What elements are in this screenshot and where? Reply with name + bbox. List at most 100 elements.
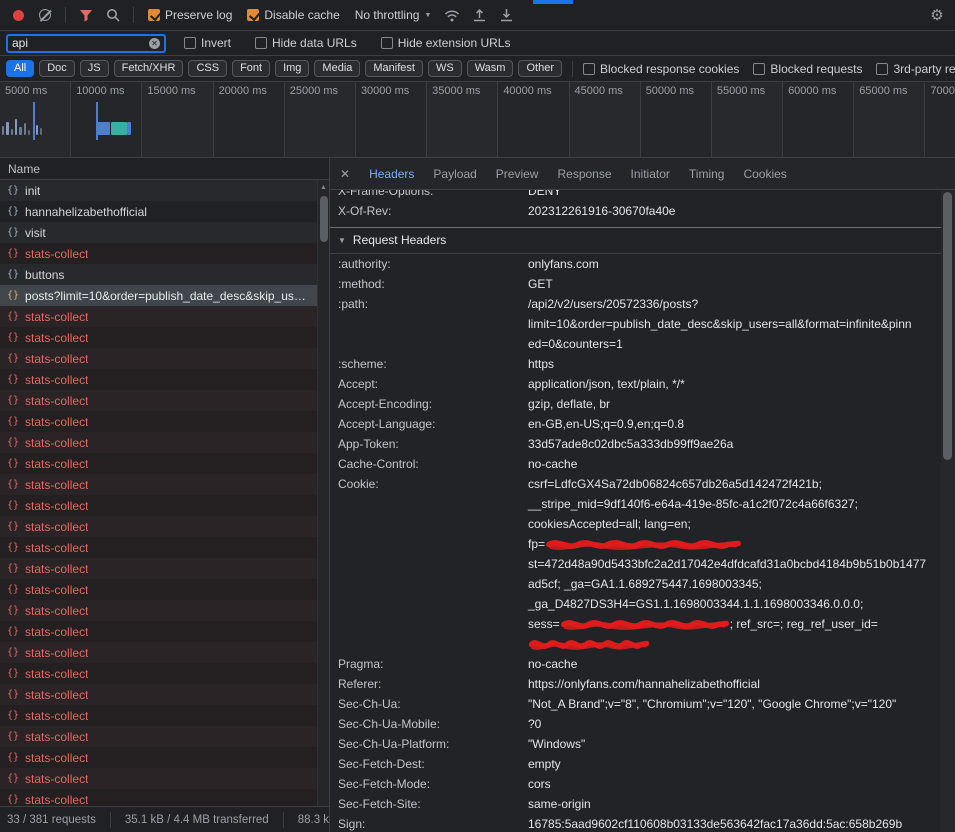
request-row[interactable]: {} stats-collect [0, 747, 317, 768]
record-button[interactable] [6, 3, 30, 27]
import-har-icon[interactable] [467, 3, 491, 27]
name-column-header[interactable]: Name [0, 158, 329, 180]
hide-data-urls-checkbox[interactable]: Hide data URLs [255, 36, 357, 50]
type-filter-chip[interactable]: Font [232, 60, 270, 77]
type-filter-chip[interactable]: Fetch/XHR [114, 60, 184, 77]
request-row[interactable]: {} stats-collect [0, 537, 317, 558]
overview-bar [28, 130, 30, 135]
type-filter-chip[interactable]: All [6, 60, 34, 77]
filter-option-checkbox[interactable]: Blocked response cookies [583, 62, 739, 76]
hide-data-urls-label: Hide data URLs [272, 36, 357, 50]
settings-gear-icon[interactable]: ⚙ [925, 3, 949, 27]
detail-tab[interactable]: Cookies [743, 167, 786, 181]
header-value: "Windows" [528, 734, 941, 754]
detail-tab[interactable]: Response [557, 167, 611, 181]
scrollbar-thumb[interactable] [943, 192, 952, 460]
request-row[interactable]: {} stats-collect [0, 768, 317, 789]
detail-tab[interactable]: Initiator [631, 167, 670, 181]
detail-tab[interactable]: Payload [433, 167, 476, 181]
type-filter-chip[interactable]: CSS [188, 60, 227, 77]
type-filter-chip[interactable]: WS [428, 60, 462, 77]
network-conditions-icon[interactable] [440, 3, 464, 27]
hide-extension-urls-checkbox[interactable]: Hide extension URLs [381, 36, 511, 50]
request-row[interactable]: {} stats-collect [0, 600, 317, 621]
request-row[interactable]: {} stats-collect [0, 579, 317, 600]
script-icon: {} [7, 332, 19, 343]
header-value: empty [528, 754, 941, 774]
checkbox-unchecked-icon [876, 63, 888, 75]
scroll-up-icon[interactable]: ▲ [318, 180, 329, 191]
type-filter-chip[interactable]: Media [314, 60, 360, 77]
header-value: https://onlyfans.com/hannahelizabethoffi… [528, 674, 941, 694]
request-row[interactable]: {} stats-collect [0, 642, 317, 663]
header-row: Sec-Ch-Ua-Mobile: ?0 [330, 714, 941, 734]
timeline-cell: 45000 ms [570, 82, 641, 157]
request-row[interactable]: {} stats-collect [0, 789, 317, 806]
clear-button[interactable] [33, 3, 57, 27]
type-filter-chip[interactable]: JS [80, 60, 109, 77]
request-row[interactable]: {} stats-collect [0, 726, 317, 747]
detail-tabs: ✕ Headers Payload Preview Response Initiator… [330, 158, 955, 190]
request-row[interactable]: {} stats-collect [0, 705, 317, 726]
request-row[interactable]: {} stats-collect [0, 453, 317, 474]
type-filter-chip[interactable]: Img [275, 60, 309, 77]
detail-tab[interactable]: Timing [689, 167, 725, 181]
network-filter-box[interactable]: ✕ [6, 34, 166, 53]
type-filter-chip[interactable]: Wasm [467, 60, 514, 77]
request-list-scrollbar[interactable]: ▲ [317, 180, 329, 806]
request-name: stats-collect [25, 583, 88, 597]
filter-icon[interactable] [74, 3, 98, 27]
filter-option-checkbox[interactable]: 3rd-party requests [876, 62, 955, 76]
request-row[interactable]: {} stats-collect [0, 621, 317, 642]
header-row: Accept-Encoding: gzip, deflate, br [330, 394, 941, 414]
request-row[interactable]: {} init [0, 180, 317, 201]
throttling-dropdown[interactable]: No throttling ▼ [355, 8, 432, 22]
disable-cache-checkbox[interactable]: Disable cache [247, 8, 339, 22]
timeline-cell: 65000 ms [854, 82, 925, 157]
request-row[interactable]: {} stats-collect [0, 663, 317, 684]
request-row[interactable]: {} stats-collect [0, 558, 317, 579]
detail-scrollbar[interactable] [941, 190, 955, 832]
invert-checkbox[interactable]: Invert [184, 36, 231, 50]
filter-option-checkbox[interactable]: Blocked requests [753, 62, 862, 76]
request-row[interactable]: {} buttons [0, 264, 317, 285]
detail-tab[interactable]: Preview [496, 167, 539, 181]
request-name: stats-collect [25, 415, 88, 429]
request-row[interactable]: {} stats-collect [0, 306, 317, 327]
request-row[interactable]: {} stats-collect [0, 432, 317, 453]
request-row[interactable]: {} stats-collect [0, 411, 317, 432]
timeline-overview[interactable]: 5000 ms10000 ms15000 ms20000 ms25000 ms3… [0, 82, 955, 158]
checkbox-checked-icon [148, 9, 160, 21]
request-row[interactable]: {} stats-collect [0, 348, 317, 369]
header-name: :method: [338, 274, 528, 294]
scrollbar-thumb[interactable] [320, 196, 328, 242]
overview-bar [6, 122, 9, 135]
header-row: Sign: 16785:5aad9602cf110608b03133de5636… [330, 814, 941, 832]
request-row[interactable]: {} stats-collect [0, 495, 317, 516]
network-filter-input[interactable] [12, 36, 145, 50]
request-name: stats-collect [25, 772, 88, 786]
request-row[interactable]: {} stats-collect [0, 516, 317, 537]
redaction-scribble [546, 538, 741, 551]
request-row[interactable]: {} stats-collect [0, 390, 317, 411]
request-row[interactable]: {} stats-collect [0, 369, 317, 390]
request-row[interactable]: {} stats-collect [0, 327, 317, 348]
request-row[interactable]: {} hannahelizabethofficial [0, 201, 317, 222]
type-filter-chip[interactable]: Manifest [365, 60, 423, 77]
type-filter-chip[interactable]: Other [518, 60, 562, 77]
request-row[interactable]: {} posts?limit=10&order=publish_date_des… [0, 285, 317, 306]
detail-tab[interactable]: Headers [369, 167, 414, 181]
search-icon[interactable] [101, 3, 125, 27]
script-icon: {} [7, 395, 19, 406]
export-har-icon[interactable] [494, 3, 518, 27]
type-filter-chip[interactable]: Doc [39, 60, 75, 77]
request-row[interactable]: {} stats-collect [0, 474, 317, 495]
close-icon[interactable]: ✕ [340, 167, 350, 181]
clear-filter-icon[interactable]: ✕ [149, 38, 160, 49]
request-row[interactable]: {} visit [0, 222, 317, 243]
request-row[interactable]: {} stats-collect [0, 243, 317, 264]
request-row[interactable]: {} stats-collect [0, 684, 317, 705]
preserve-log-checkbox[interactable]: Preserve log [148, 8, 232, 22]
request-headers-section[interactable]: ▼ Request Headers [330, 228, 941, 254]
request-name: stats-collect [25, 646, 88, 660]
